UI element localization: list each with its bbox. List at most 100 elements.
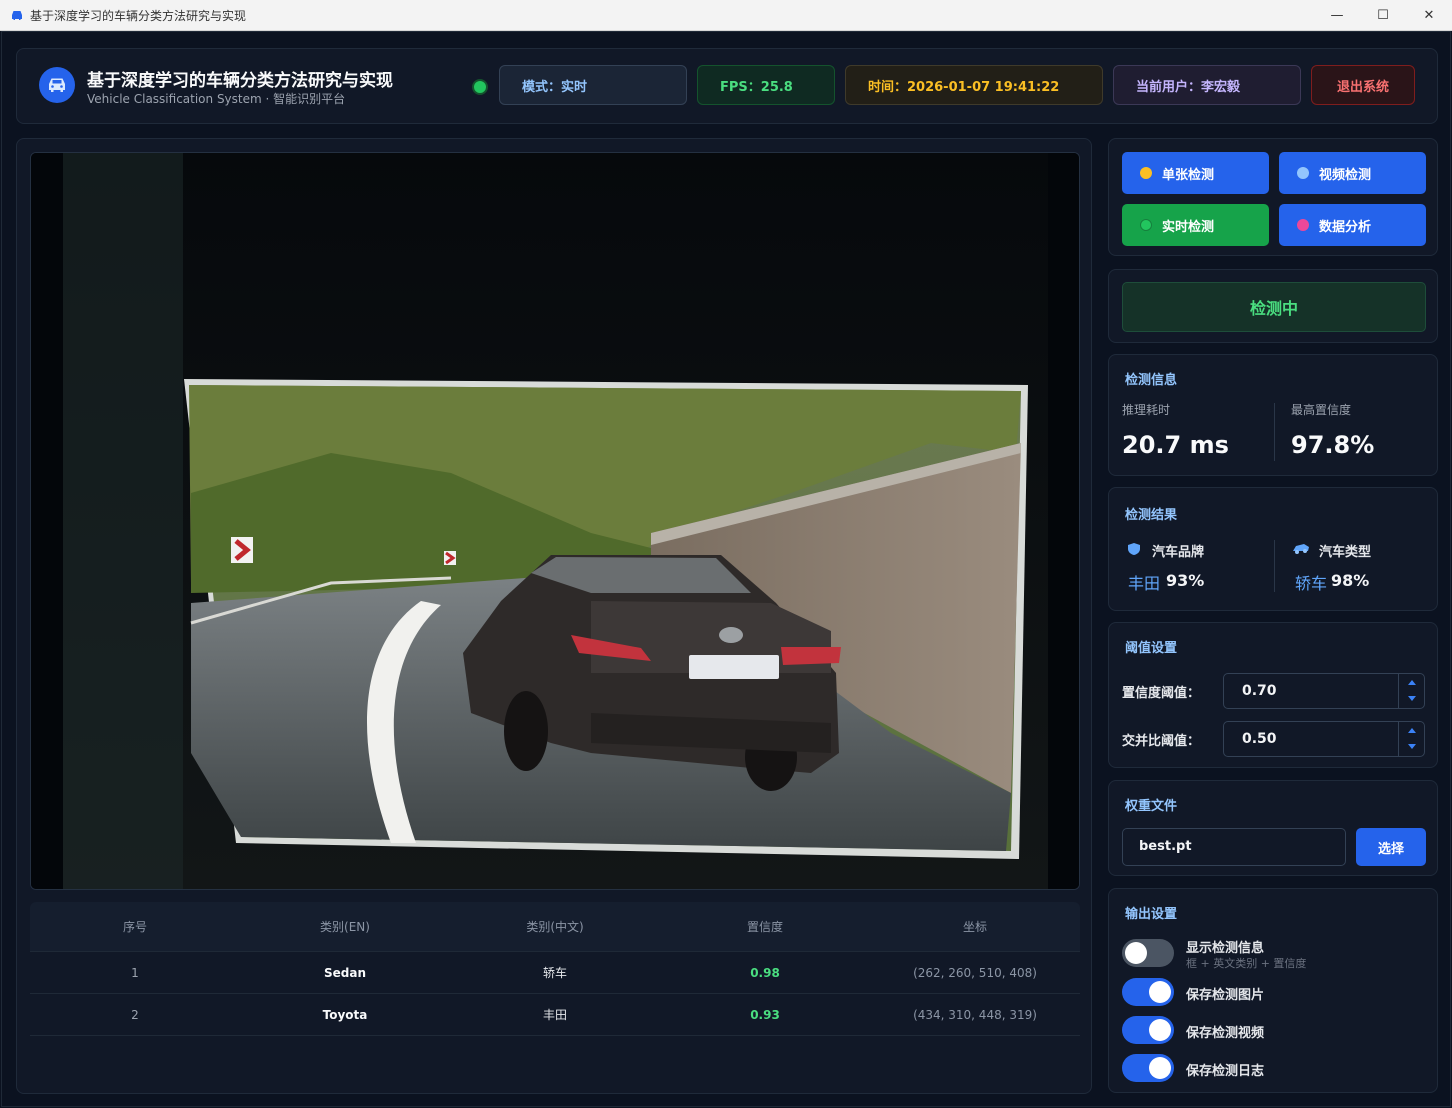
status-indicator (472, 79, 488, 95)
conf-threshold-spinbox[interactable]: 0.70 (1223, 673, 1425, 709)
iou-threshold-value: 0.50 (1242, 731, 1277, 747)
brand-label: 汽车品牌 (1152, 545, 1205, 560)
divider (1274, 403, 1275, 461)
shield-icon (1128, 543, 1140, 555)
brand-name: 丰田 (1128, 574, 1161, 593)
save-log-toggle[interactable] (1122, 1054, 1174, 1082)
header-bar: 基于深度学习的车辆分类方法研究与实现 Vehicle Classificatio… (16, 48, 1438, 124)
iou-threshold-label: 交并比阈值： (1122, 734, 1201, 749)
exit-button[interactable]: 退出系统 (1311, 65, 1415, 105)
dot-icon (1140, 219, 1152, 231)
latency-label: 推理耗时 (1122, 403, 1171, 417)
dot-icon (1140, 167, 1152, 179)
threshold-title: 阈值设置 (1125, 641, 1178, 656)
save-image-label: 保存检测图片 (1186, 988, 1265, 1003)
save-image-toggle[interactable] (1122, 978, 1174, 1006)
car-type-icon (1293, 544, 1309, 554)
result-title: 检测结果 (1125, 508, 1178, 523)
conf-threshold-value: 0.70 (1242, 683, 1277, 699)
video-detect-button[interactable]: 视频检测 (1279, 152, 1426, 194)
dot-icon (1297, 167, 1309, 179)
realtime-detect-label: 实时检测 (1162, 219, 1215, 235)
car-icon (49, 78, 65, 92)
data-analysis-button[interactable]: 数据分析 (1279, 204, 1426, 246)
detection-table: 序号 类别(EN) 类别(中文) 置信度 坐标 1 Sedan 轿车 0.98 … (30, 902, 1080, 1042)
weights-card: 权重文件 best.pt 选择 (1108, 780, 1438, 876)
close-button[interactable]: ✕ (1406, 0, 1452, 31)
cell-bbox: (434, 310, 448, 319) (913, 1007, 1037, 1022)
realtime-detect-button[interactable]: 实时检测 (1122, 204, 1269, 246)
spin-up-icon[interactable] (1408, 680, 1416, 685)
cell-class-cn: 丰田 (542, 1008, 567, 1022)
show-info-label: 显示检测信息 (1186, 941, 1265, 956)
cell-confidence: 0.93 (750, 1007, 780, 1022)
header-confidence: 置信度 (746, 920, 783, 934)
single-detect-button[interactable]: 单张检测 (1122, 152, 1269, 194)
toggle-knob (1149, 1057, 1171, 1079)
info-card: 检测信息 推理耗时 20.7 ms 最高置信度 97.8% (1108, 354, 1438, 476)
camera-frame (31, 153, 1079, 889)
toggle-knob (1149, 1019, 1171, 1041)
fps-badge: FPS：25.8 (697, 65, 835, 105)
save-video-toggle[interactable] (1122, 1016, 1174, 1044)
logo (39, 67, 75, 103)
weights-file-field[interactable]: best.pt (1122, 828, 1346, 866)
cell-class-en: Toyota (322, 1007, 368, 1022)
app-title: 基于深度学习的车辆分类方法研究与实现 (87, 71, 393, 91)
conf-threshold-label: 置信度阈值： (1122, 686, 1201, 701)
cell-index: 2 (131, 1007, 139, 1022)
table-row[interactable]: 2 Toyota 丰田 0.93 (434, 310, 448, 319) (30, 994, 1080, 1036)
type-label: 汽车类型 (1319, 545, 1372, 560)
minimize-button[interactable]: — (1314, 0, 1360, 31)
cell-class-en: Sedan (323, 965, 366, 980)
spin-up-icon[interactable] (1408, 728, 1416, 733)
dot-icon (1297, 219, 1309, 231)
app-root: 基于深度学习的车辆分类方法研究与实现 Vehicle Classificatio… (1, 31, 1451, 1107)
info-title: 检测信息 (1125, 373, 1178, 388)
cell-confidence: 0.98 (750, 965, 780, 980)
latency-value: 20.7 ms (1122, 431, 1229, 459)
detection-status-button[interactable]: 检测中 (1122, 282, 1426, 332)
select-weights-button[interactable]: 选择 (1356, 828, 1426, 866)
weights-file-value: best.pt (1139, 839, 1192, 854)
header-class-cn: 类别(中文) (526, 920, 584, 934)
output-title: 输出设置 (1125, 907, 1178, 922)
max-conf-label: 最高置信度 (1291, 403, 1352, 417)
user-badge: 当前用户：李宏毅 (1113, 65, 1301, 105)
spin-arrows (1398, 674, 1424, 708)
window-title: 基于深度学习的车辆分类方法研究与实现 (30, 8, 247, 23)
iou-threshold-spinbox[interactable]: 0.50 (1223, 721, 1425, 757)
brand-conf: 93% (1166, 571, 1205, 590)
show-info-sublabel: 框 + 英文类别 + 置信度 (1186, 957, 1307, 970)
threshold-card: 阈值设置 置信度阈值： 0.70 交并比阈值： 0.50 (1108, 622, 1438, 768)
toggle-knob (1125, 942, 1147, 964)
main-panel: 序号 类别(EN) 类别(中文) 置信度 坐标 1 Sedan 轿车 0.98 … (16, 138, 1092, 1094)
maximize-button[interactable]: ☐ (1360, 0, 1406, 31)
cell-class-cn: 轿车 (542, 966, 567, 980)
spin-down-icon[interactable] (1408, 696, 1416, 701)
save-video-label: 保存检测视频 (1186, 1026, 1265, 1041)
single-detect-label: 单张检测 (1162, 167, 1215, 183)
header-index: 序号 (122, 920, 147, 934)
spin-down-icon[interactable] (1408, 744, 1416, 749)
type-name: 轿车 (1295, 574, 1328, 593)
app-subtitle: Vehicle Classification System · 智能识别平台 (87, 92, 346, 106)
max-conf-value: 97.8% (1291, 431, 1375, 459)
output-card: 输出设置 显示检测信息 框 + 英文类别 + 置信度 保存检测图片 保存检测视频… (1108, 888, 1438, 1093)
table-row[interactable]: 1 Sedan 轿车 0.98 (262, 260, 510, 408) (30, 952, 1080, 994)
show-info-toggle[interactable] (1122, 939, 1174, 967)
video-view (30, 152, 1080, 890)
window-titlebar: 基于深度学习的车辆分类方法研究与实现 — ☐ ✕ (0, 0, 1452, 31)
weights-title: 权重文件 (1125, 799, 1178, 814)
status-card: 检测中 (1108, 269, 1438, 343)
mode-card: 单张检测 视频检测 实时检测 数据分析 (1108, 138, 1438, 256)
save-log-label: 保存检测日志 (1186, 1064, 1265, 1079)
header-class-en: 类别(EN) (320, 920, 370, 934)
time-badge: 时间：2026-01-07 19:41:22 (845, 65, 1103, 105)
mode-badge: 模式：实时 (499, 65, 687, 105)
header-bbox: 坐标 (962, 920, 987, 934)
divider (1274, 540, 1275, 592)
cell-index: 1 (131, 965, 139, 980)
data-analysis-label: 数据分析 (1319, 219, 1372, 235)
result-card: 检测结果 汽车品牌 丰田 93% 汽车类型 轿车 98% (1108, 487, 1438, 611)
